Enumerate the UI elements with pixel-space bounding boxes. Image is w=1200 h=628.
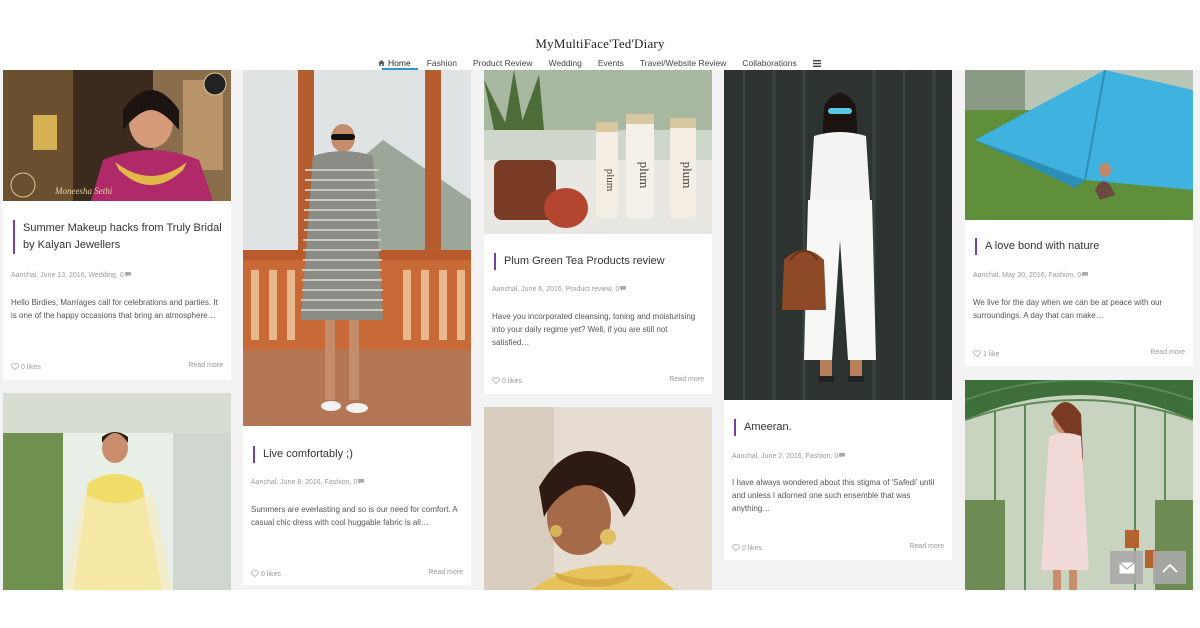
post-meta: Aanchal, June 6, 2016, Product review, 0 bbox=[492, 286, 627, 293]
nav-item-collaborations[interactable]: Collaborations bbox=[742, 58, 796, 68]
comment-icon bbox=[1082, 272, 1089, 277]
post-card[interactable]: Ameeran. Aanchal, June 2, 2016, Fashion,… bbox=[724, 70, 952, 560]
post-excerpt: I have always wondered about this stigma… bbox=[732, 478, 935, 513]
post-title[interactable]: Plum Green Tea Products review bbox=[494, 253, 704, 270]
heart-icon bbox=[251, 570, 259, 577]
photo-caption: Moneesha Sethi bbox=[54, 186, 113, 196]
post-meta-text: Aanchal, June 2, 2016, Fashion, 0 bbox=[732, 453, 839, 460]
post-likes-count: 0 likes bbox=[21, 364, 41, 371]
post-image[interactable]: Moneesha Sethi bbox=[3, 70, 231, 201]
post-excerpt: Have you incorporated cleansing, toning … bbox=[492, 312, 696, 347]
nav-item-fashion[interactable]: Fashion bbox=[427, 58, 457, 68]
nav-item-home[interactable]: Home bbox=[378, 58, 411, 68]
post-card[interactable]: plum plum plum Plum Green Tea Products r… bbox=[484, 70, 712, 394]
back-to-top-button[interactable] bbox=[1153, 551, 1186, 584]
post-meta-text: Aanchal, June 6, 2016, Product review, 0 bbox=[492, 286, 620, 293]
post-likes[interactable]: 0 likes bbox=[732, 544, 762, 552]
nav-item-travel[interactable]: Travel/Website Review bbox=[640, 58, 726, 68]
post-meta-text: Aanchal, June 13, 2016, Wedding, 0 bbox=[11, 272, 124, 279]
nav-label-home: Home bbox=[388, 58, 411, 68]
post-meta: Aanchal, June 8, 2016, Fashion, 0 bbox=[251, 479, 365, 486]
post-image[interactable] bbox=[965, 70, 1193, 220]
post-likes-count: 0 likes bbox=[742, 545, 762, 552]
comment-icon bbox=[358, 479, 365, 484]
post-likes[interactable]: 1 like bbox=[973, 350, 999, 358]
heart-icon bbox=[973, 350, 981, 357]
post-card[interactable] bbox=[3, 393, 231, 590]
post-photo-white-outfit bbox=[724, 70, 952, 400]
post-meta: Aanchal, June 13, 2016, Wedding, 0 bbox=[11, 272, 131, 279]
hamburger-menu-icon bbox=[812, 60, 821, 67]
post-title[interactable]: Summer Makeup hacks from Truly Bridal by… bbox=[13, 220, 223, 254]
post-image[interactable] bbox=[3, 393, 231, 590]
post-meta-text: Aanchal, June 8, 2016, Fashion, 0 bbox=[251, 479, 358, 486]
post-likes[interactable]: 0 likes bbox=[251, 570, 281, 578]
comment-icon bbox=[124, 272, 131, 277]
post-image[interactable] bbox=[724, 70, 952, 400]
svg-text:plum: plum bbox=[604, 169, 616, 192]
post-photo-plum-products: plum plum plum bbox=[484, 70, 712, 234]
read-more-link[interactable]: Read more bbox=[1150, 349, 1185, 356]
post-card[interactable]: A love bond with nature Aanchal, May 30,… bbox=[965, 70, 1193, 366]
home-icon bbox=[378, 60, 385, 66]
site-header: MyMultiFace'Ted'Diary Home Fashion Produ… bbox=[0, 0, 1200, 70]
post-card[interactable]: Moneesha Sethi Summer Makeup hacks from … bbox=[3, 70, 231, 380]
comment-icon bbox=[620, 286, 627, 291]
read-more-link[interactable]: Read more bbox=[909, 543, 944, 550]
post-likes-count: 1 like bbox=[983, 351, 1000, 358]
site-title[interactable]: MyMultiFace'Ted'Diary bbox=[0, 36, 1200, 52]
nav-item-more[interactable] bbox=[812, 58, 821, 68]
post-meta: Aanchal, May 30, 2016, Fashion, 0 bbox=[973, 272, 1089, 279]
post-card[interactable]: Live comfortably ;) Aanchal, June 8, 201… bbox=[243, 70, 471, 585]
post-title[interactable]: Live comfortably ;) bbox=[253, 446, 463, 463]
heart-icon bbox=[732, 544, 740, 551]
read-more-link[interactable]: Read more bbox=[669, 376, 704, 383]
post-photo-portrait: Moneesha Sethi bbox=[3, 70, 231, 201]
post-excerpt: Summers are everlasting and so is our ne… bbox=[251, 505, 458, 527]
post-title[interactable]: Ameeran. bbox=[734, 419, 944, 436]
post-excerpt: Hello Birdies, Marriages call for celebr… bbox=[11, 298, 218, 320]
post-likes[interactable]: 0 likes bbox=[11, 363, 41, 371]
read-more-link[interactable]: Read more bbox=[188, 362, 223, 369]
post-likes[interactable]: 0 likes bbox=[492, 377, 522, 385]
nav-item-wedding[interactable]: Wedding bbox=[548, 58, 581, 68]
post-card[interactable] bbox=[484, 407, 712, 590]
comment-icon bbox=[839, 453, 846, 458]
post-photo-blue-tent bbox=[965, 70, 1193, 220]
nav-item-product-review[interactable]: Product Review bbox=[473, 58, 533, 68]
post-excerpt: We live for the day when we can be at pe… bbox=[973, 298, 1163, 320]
post-photo-bride-yellow bbox=[3, 393, 231, 590]
post-likes-count: 0 likes bbox=[261, 571, 281, 578]
contact-button[interactable] bbox=[1110, 551, 1143, 584]
post-grid: Moneesha Sethi Summer Makeup hacks from … bbox=[0, 70, 1200, 590]
post-photo-striped-dress bbox=[243, 70, 471, 426]
main-nav: Home Fashion Product Review Wedding Even… bbox=[378, 55, 837, 71]
post-image[interactable]: plum plum plum bbox=[484, 70, 712, 234]
post-meta: Aanchal, June 2, 2016, Fashion, 0 bbox=[732, 453, 846, 460]
post-title[interactable]: A love bond with nature bbox=[975, 238, 1185, 255]
post-image[interactable] bbox=[243, 70, 471, 426]
read-more-link[interactable]: Read more bbox=[428, 569, 463, 576]
post-image[interactable] bbox=[484, 407, 712, 590]
svg-text:plum: plum bbox=[680, 162, 695, 189]
heart-icon bbox=[492, 377, 500, 384]
envelope-icon bbox=[1118, 561, 1135, 573]
svg-text:plum: plum bbox=[637, 162, 652, 189]
heart-icon bbox=[11, 363, 19, 370]
post-photo-makeup-portrait bbox=[484, 407, 712, 590]
post-likes-count: 0 likes bbox=[502, 378, 522, 385]
chevron-up-icon bbox=[1161, 563, 1178, 573]
nav-item-events[interactable]: Events bbox=[598, 58, 624, 68]
post-meta-text: Aanchal, May 30, 2016, Fashion, 0 bbox=[973, 272, 1082, 279]
